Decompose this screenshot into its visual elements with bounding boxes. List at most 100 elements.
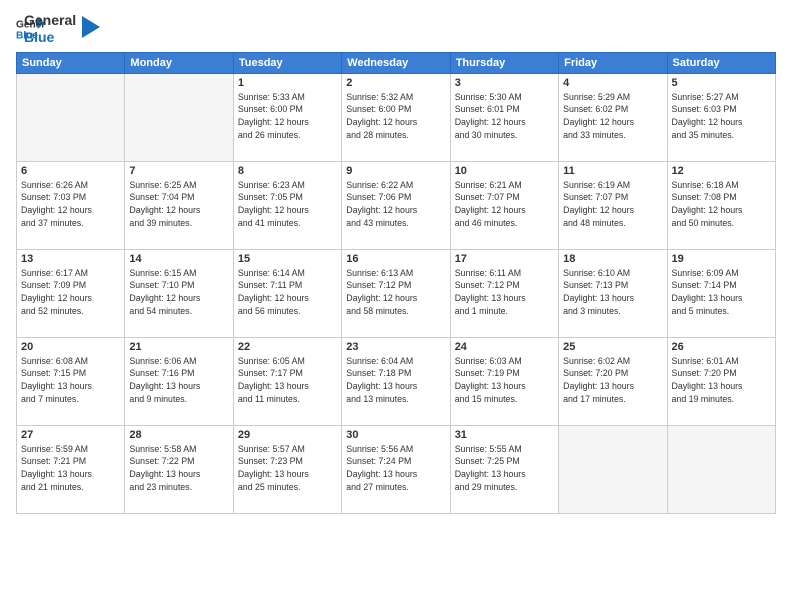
day-number: 24 xyxy=(455,341,554,353)
day-cell: 24 Sunrise: 6:03 AM Sunset: 7:19 PM Dayli… xyxy=(450,337,558,425)
day-number: 8 xyxy=(238,165,337,177)
day-number: 15 xyxy=(238,253,337,265)
day-info: Sunrise: 5:56 AM Sunset: 7:24 PM Dayligh… xyxy=(346,443,445,494)
day-info: Sunrise: 5:58 AM Sunset: 7:22 PM Dayligh… xyxy=(129,443,228,494)
day-number: 29 xyxy=(238,429,337,441)
day-info: Sunrise: 6:03 AM Sunset: 7:19 PM Dayligh… xyxy=(455,355,554,406)
day-cell: 20 Sunrise: 6:08 AM Sunset: 7:15 PM Dayli… xyxy=(17,337,125,425)
day-cell: 19Sunrise: 6:09 AM Sunset: 7:14 PM Dayli… xyxy=(667,249,775,337)
day-cell xyxy=(667,425,775,513)
day-cell: 1 Sunrise: 5:33 AM Sunset: 6:00 PM Daylig… xyxy=(233,73,341,161)
week-row-2: 13 Sunrise: 6:17 AM Sunset: 7:09 PM Dayli… xyxy=(17,249,776,337)
col-header-wednesday: Wednesday xyxy=(342,52,450,73)
logo-blue: Blue xyxy=(24,29,76,46)
day-cell xyxy=(17,73,125,161)
day-cell: 14Sunrise: 6:15 AM Sunset: 7:10 PM Dayli… xyxy=(125,249,233,337)
day-info: Sunrise: 6:14 AM Sunset: 7:11 PM Dayligh… xyxy=(238,267,337,318)
day-number: 18 xyxy=(563,253,662,265)
day-cell: 2 Sunrise: 5:32 AM Sunset: 6:00 PM Daylig… xyxy=(342,73,450,161)
header: General Blue General Blue xyxy=(16,12,776,46)
page: General Blue General Blue SundayMondayTu… xyxy=(0,0,792,612)
day-info: Sunrise: 6:22 AM Sunset: 7:06 PM Dayligh… xyxy=(346,179,445,230)
day-number: 31 xyxy=(455,429,554,441)
day-cell: 5 Sunrise: 5:27 AM Sunset: 6:03 PM Daylig… xyxy=(667,73,775,161)
day-cell: 4 Sunrise: 5:29 AM Sunset: 6:02 PM Daylig… xyxy=(559,73,667,161)
day-info: Sunrise: 6:25 AM Sunset: 7:04 PM Dayligh… xyxy=(129,179,228,230)
day-info: Sunrise: 6:21 AM Sunset: 7:07 PM Dayligh… xyxy=(455,179,554,230)
day-number: 28 xyxy=(129,429,228,441)
day-info: Sunrise: 6:18 AM Sunset: 7:08 PM Dayligh… xyxy=(672,179,771,230)
day-cell: 12 Sunrise: 6:18 AM Sunset: 7:08 PM Dayli… xyxy=(667,161,775,249)
day-info: Sunrise: 5:57 AM Sunset: 7:23 PM Dayligh… xyxy=(238,443,337,494)
logo-triangle xyxy=(82,16,100,38)
day-cell xyxy=(559,425,667,513)
day-number: 7 xyxy=(129,165,228,177)
day-number: 1 xyxy=(238,77,337,89)
day-cell: 13 Sunrise: 6:17 AM Sunset: 7:09 PM Dayli… xyxy=(17,249,125,337)
header-row: SundayMondayTuesdayWednesdayThursdayFrid… xyxy=(17,52,776,73)
day-cell xyxy=(125,73,233,161)
week-row-1: 6 Sunrise: 6:26 AM Sunset: 7:03 PM Daylig… xyxy=(17,161,776,249)
day-cell: 21 Sunrise: 6:06 AM Sunset: 7:16 PM Dayli… xyxy=(125,337,233,425)
day-info: Sunrise: 5:30 AM Sunset: 6:01 PM Dayligh… xyxy=(455,91,554,142)
day-number: 21 xyxy=(129,341,228,353)
day-cell: 27 Sunrise: 5:59 AM Sunset: 7:21 PM Dayli… xyxy=(17,425,125,513)
day-number: 27 xyxy=(21,429,120,441)
day-number: 20 xyxy=(21,341,120,353)
day-cell: 9Sunrise: 6:22 AM Sunset: 7:06 PM Daylig… xyxy=(342,161,450,249)
day-number: 13 xyxy=(21,253,120,265)
day-number: 5 xyxy=(672,77,771,89)
day-number: 11 xyxy=(563,165,662,177)
day-number: 22 xyxy=(238,341,337,353)
calendar-table: SundayMondayTuesdayWednesdayThursdayFrid… xyxy=(16,52,776,514)
day-info: Sunrise: 6:11 AM Sunset: 7:12 PM Dayligh… xyxy=(455,267,554,318)
day-number: 4 xyxy=(563,77,662,89)
col-header-friday: Friday xyxy=(559,52,667,73)
day-number: 17 xyxy=(455,253,554,265)
day-info: Sunrise: 6:26 AM Sunset: 7:03 PM Dayligh… xyxy=(21,179,120,230)
day-info: Sunrise: 5:55 AM Sunset: 7:25 PM Dayligh… xyxy=(455,443,554,494)
day-number: 25 xyxy=(563,341,662,353)
day-cell: 25 Sunrise: 6:02 AM Sunset: 7:20 PM Dayli… xyxy=(559,337,667,425)
day-info: Sunrise: 5:29 AM Sunset: 6:02 PM Dayligh… xyxy=(563,91,662,142)
day-cell: 28 Sunrise: 5:58 AM Sunset: 7:22 PM Dayli… xyxy=(125,425,233,513)
day-number: 12 xyxy=(672,165,771,177)
day-number: 19 xyxy=(672,253,771,265)
day-info: Sunrise: 5:59 AM Sunset: 7:21 PM Dayligh… xyxy=(21,443,120,494)
day-cell: 29 Sunrise: 5:57 AM Sunset: 7:23 PM Dayli… xyxy=(233,425,341,513)
day-info: Sunrise: 6:17 AM Sunset: 7:09 PM Dayligh… xyxy=(21,267,120,318)
week-row-3: 20 Sunrise: 6:08 AM Sunset: 7:15 PM Dayli… xyxy=(17,337,776,425)
day-cell: 23Sunrise: 6:04 AM Sunset: 7:18 PM Dayli… xyxy=(342,337,450,425)
day-info: Sunrise: 6:05 AM Sunset: 7:17 PM Dayligh… xyxy=(238,355,337,406)
day-info: Sunrise: 5:33 AM Sunset: 6:00 PM Dayligh… xyxy=(238,91,337,142)
day-cell: 10 Sunrise: 6:21 AM Sunset: 7:07 PM Dayli… xyxy=(450,161,558,249)
col-header-sunday: Sunday xyxy=(17,52,125,73)
day-number: 10 xyxy=(455,165,554,177)
day-cell: 16Sunrise: 6:13 AM Sunset: 7:12 PM Dayli… xyxy=(342,249,450,337)
day-info: Sunrise: 6:06 AM Sunset: 7:16 PM Dayligh… xyxy=(129,355,228,406)
day-cell: 17 Sunrise: 6:11 AM Sunset: 7:12 PM Dayli… xyxy=(450,249,558,337)
day-cell: 22 Sunrise: 6:05 AM Sunset: 7:17 PM Dayli… xyxy=(233,337,341,425)
day-number: 16 xyxy=(346,253,445,265)
day-info: Sunrise: 5:27 AM Sunset: 6:03 PM Dayligh… xyxy=(672,91,771,142)
col-header-saturday: Saturday xyxy=(667,52,775,73)
day-cell: 18 Sunrise: 6:10 AM Sunset: 7:13 PM Dayli… xyxy=(559,249,667,337)
day-info: Sunrise: 6:19 AM Sunset: 7:07 PM Dayligh… xyxy=(563,179,662,230)
day-info: Sunrise: 6:02 AM Sunset: 7:20 PM Dayligh… xyxy=(563,355,662,406)
day-cell: 8 Sunrise: 6:23 AM Sunset: 7:05 PM Daylig… xyxy=(233,161,341,249)
day-info: Sunrise: 5:32 AM Sunset: 6:00 PM Dayligh… xyxy=(346,91,445,142)
day-info: Sunrise: 6:15 AM Sunset: 7:10 PM Dayligh… xyxy=(129,267,228,318)
day-cell: 6 Sunrise: 6:26 AM Sunset: 7:03 PM Daylig… xyxy=(17,161,125,249)
col-header-monday: Monday xyxy=(125,52,233,73)
day-info: Sunrise: 6:01 AM Sunset: 7:20 PM Dayligh… xyxy=(672,355,771,406)
col-header-tuesday: Tuesday xyxy=(233,52,341,73)
day-number: 6 xyxy=(21,165,120,177)
day-info: Sunrise: 6:10 AM Sunset: 7:13 PM Dayligh… xyxy=(563,267,662,318)
day-number: 2 xyxy=(346,77,445,89)
day-info: Sunrise: 6:23 AM Sunset: 7:05 PM Dayligh… xyxy=(238,179,337,230)
day-number: 26 xyxy=(672,341,771,353)
day-info: Sunrise: 6:08 AM Sunset: 7:15 PM Dayligh… xyxy=(21,355,120,406)
week-row-0: 1 Sunrise: 5:33 AM Sunset: 6:00 PM Daylig… xyxy=(17,73,776,161)
week-row-4: 27 Sunrise: 5:59 AM Sunset: 7:21 PM Dayli… xyxy=(17,425,776,513)
day-number: 23 xyxy=(346,341,445,353)
